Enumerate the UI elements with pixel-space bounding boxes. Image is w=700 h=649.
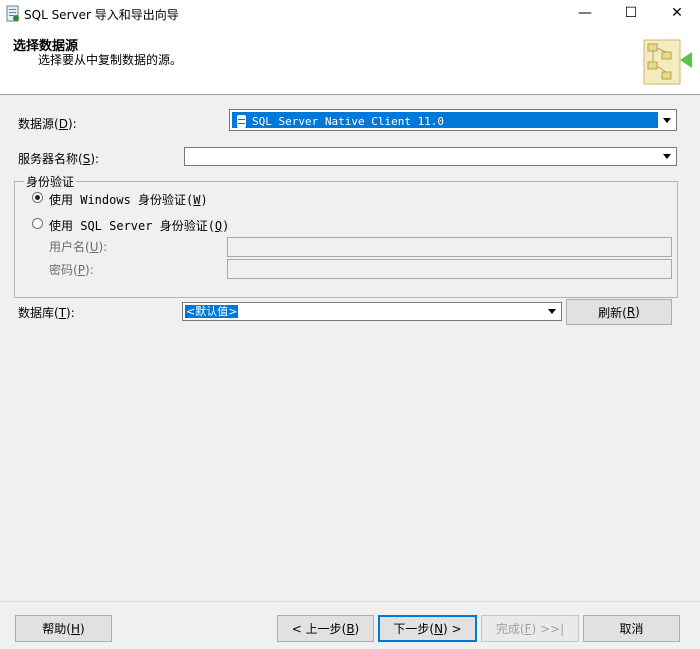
server-name-label: 服务器名称(S): [18, 152, 100, 166]
database-combobox[interactable]: <默认值> [182, 302, 562, 321]
footer-divider [0, 601, 700, 602]
page-subtitle: 选择要从中复制数据的源。 [38, 53, 183, 67]
back-button[interactable]: < 上一步(B) [277, 615, 374, 642]
help-button[interactable]: 帮助(H) [15, 615, 112, 642]
refresh-button[interactable]: 刷新(R) [566, 299, 672, 325]
maximize-button[interactable]: ☐ [608, 0, 654, 28]
username-input[interactable] [227, 237, 672, 257]
chevron-down-icon [663, 154, 671, 159]
data-source-label: 数据源(D): [18, 117, 77, 131]
close-icon: ✕ [671, 5, 683, 21]
username-label: 用户名(U): [49, 240, 108, 254]
password-label: 密码(P): [49, 263, 94, 277]
database-label: 数据库(T): [18, 306, 75, 320]
windows-auth-radio[interactable] [32, 192, 43, 203]
password-input[interactable] [227, 259, 672, 279]
data-source-value: SQL Server Native Client 11.0 [252, 115, 445, 128]
data-source-combobox[interactable]: SQL Server Native Client 11.0 [229, 109, 677, 131]
authentication-group-title: 身份验证 [24, 173, 77, 190]
database-value: <默认值> [185, 305, 239, 318]
wizard-app-icon [6, 5, 19, 22]
windows-auth-label[interactable]: 使用 Windows 身份验证(W) [49, 191, 208, 208]
minimize-button[interactable]: — [562, 0, 608, 28]
database-driver-icon [237, 115, 246, 128]
chevron-down-icon [548, 309, 556, 314]
wizard-header: 选择数据源 选择要从中复制数据的源。 [0, 28, 700, 95]
next-button[interactable]: 下一步(N) > [378, 615, 477, 642]
data-source-wizard-icon [643, 39, 692, 85]
finish-button[interactable]: 完成(F) >>| [481, 615, 579, 642]
cancel-button[interactable]: 取消 [583, 615, 680, 642]
maximize-icon: ☐ [624, 5, 638, 21]
close-button[interactable]: ✕ [654, 0, 700, 28]
sql-auth-radio[interactable] [32, 218, 43, 229]
sql-auth-label[interactable]: 使用 SQL Server 身份验证(Q) [49, 217, 229, 234]
data-source-selected-item: SQL Server Native Client 11.0 [232, 112, 658, 128]
server-name-combobox[interactable] [184, 147, 677, 166]
chevron-down-icon [663, 117, 671, 123]
minimize-icon: — [578, 5, 592, 21]
data-source-dropdown-arrow[interactable] [658, 111, 675, 129]
server-name-dropdown-arrow[interactable] [658, 149, 675, 164]
window-title: SQL Server 导入和导出向导 [24, 8, 179, 22]
title-bar: SQL Server 导入和导出向导 — ☐ ✕ [0, 0, 700, 28]
database-dropdown-arrow[interactable] [543, 304, 560, 319]
